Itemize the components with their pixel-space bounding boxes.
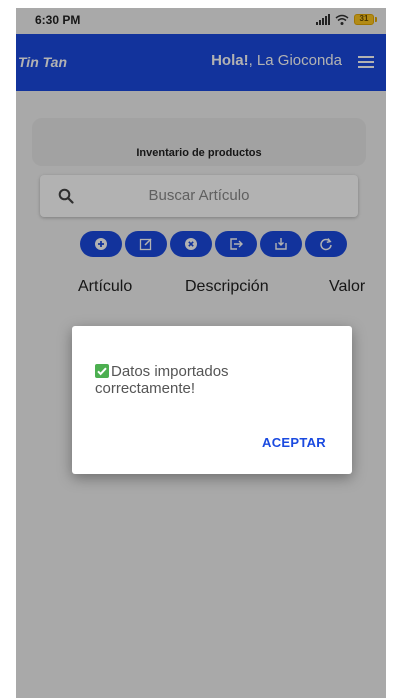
dialog-message: Datos importados correctamente! — [95, 363, 295, 397]
phone-screen: 6:30 PM 31 Tin Tan Hola!, La Gioconda In… — [16, 8, 386, 698]
accept-button[interactable]: ACEPTAR — [262, 435, 326, 450]
check-icon — [95, 364, 109, 378]
import-success-dialog: Datos importados correctamente! ACEPTAR — [72, 326, 352, 474]
dialog-message-text: Datos importados correctamente! — [95, 363, 229, 397]
